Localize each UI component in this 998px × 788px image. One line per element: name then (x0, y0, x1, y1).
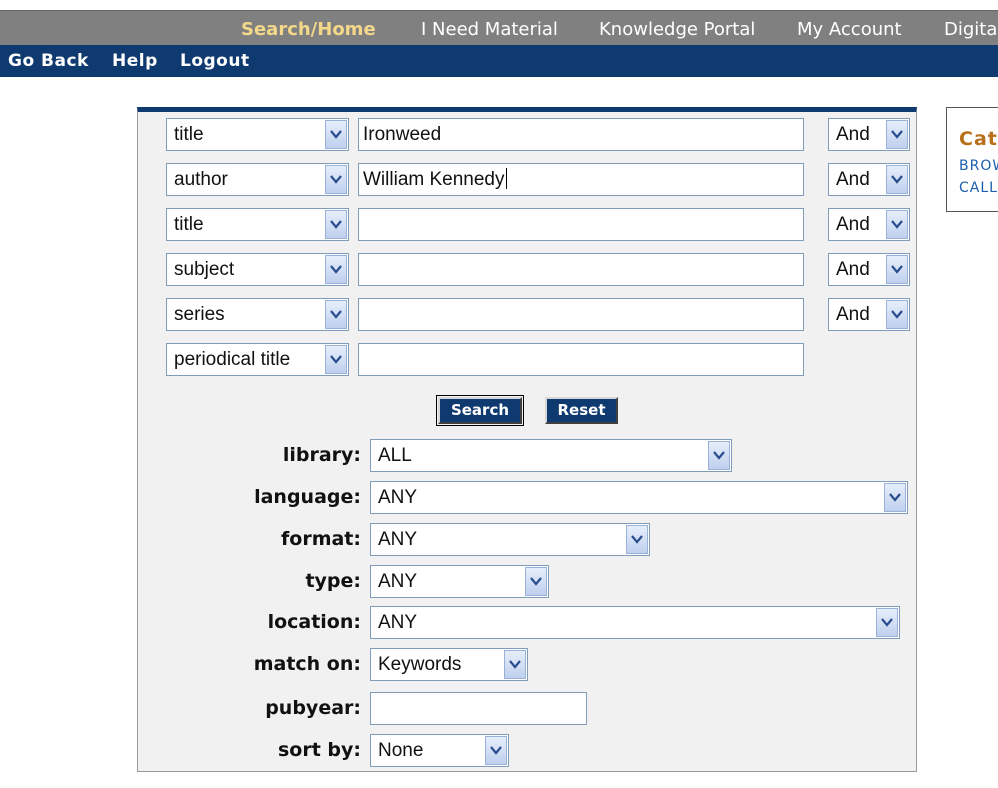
match-on-label: match on: (253, 653, 361, 675)
logout-link[interactable]: Logout (180, 45, 250, 77)
search-field-value: title (174, 124, 204, 145)
format-value: ANY (378, 529, 418, 550)
match-on-value: Keywords (378, 654, 462, 675)
nav-search-home[interactable]: Search/Home (241, 11, 376, 46)
location-value: ANY (378, 612, 418, 633)
search-field-select-2[interactable]: author (166, 163, 349, 196)
chevron-down-icon (886, 210, 908, 239)
text-cursor (505, 168, 507, 189)
chevron-down-icon (708, 441, 730, 470)
search-field-select-4[interactable]: subject (166, 253, 349, 286)
language-select[interactable]: ANY (370, 481, 908, 514)
bool-value: And (836, 304, 870, 325)
bool-select-1[interactable]: And (828, 118, 910, 151)
search-term-text: William Kennedy (363, 169, 505, 190)
library-select[interactable]: ALL (370, 439, 732, 472)
search-panel: title Ironweed And author William Kenned… (137, 107, 917, 772)
side-box-heading: Cat (959, 128, 998, 150)
language-value: ANY (378, 487, 418, 508)
type-label: type: (305, 570, 361, 592)
nav-my-account[interactable]: My Account (797, 11, 902, 46)
bool-value: And (836, 124, 870, 145)
sort-by-label: sort by: (277, 739, 361, 761)
browse-link[interactable]: BROW (959, 158, 998, 174)
format-label: format: (281, 528, 361, 550)
chevron-down-icon (325, 345, 347, 374)
search-field-select-6[interactable]: periodical title (166, 343, 349, 376)
chevron-down-icon (626, 525, 648, 554)
catalog-side-box: Cat BROW CALL (946, 107, 998, 212)
location-label: location: (267, 611, 361, 633)
pubyear-label: pubyear: (265, 697, 361, 719)
chevron-down-icon (325, 165, 347, 194)
nav-knowledge-portal[interactable]: Knowledge Portal (599, 11, 755, 46)
bool-select-4[interactable]: And (828, 253, 910, 286)
go-back-link[interactable]: Go Back (8, 45, 89, 77)
search-field-select-5[interactable]: series (166, 298, 349, 331)
search-term-input-4[interactable] (358, 253, 804, 286)
sort-by-value: None (378, 740, 424, 761)
chevron-down-icon (884, 483, 906, 512)
reset-button[interactable]: Reset (545, 397, 618, 424)
chevron-down-icon (886, 300, 908, 329)
chevron-down-icon (525, 567, 547, 596)
chevron-down-icon (886, 120, 908, 149)
search-field-value: periodical title (174, 349, 291, 370)
search-term-input-1[interactable]: Ironweed (358, 118, 804, 151)
help-link[interactable]: Help (112, 45, 158, 77)
search-field-select-1[interactable]: title (166, 118, 349, 151)
search-field-value: series (174, 304, 225, 325)
search-field-value: title (174, 214, 204, 235)
bool-value: And (836, 169, 870, 190)
language-label: language: (254, 486, 361, 508)
chevron-down-icon (325, 210, 347, 239)
search-field-value: subject (174, 259, 235, 280)
chevron-down-icon (504, 650, 526, 679)
type-value: ANY (378, 571, 418, 592)
sub-nav-bar: Go Back Help Logout (0, 45, 998, 77)
chevron-down-icon (886, 255, 908, 284)
match-on-select[interactable]: Keywords (370, 648, 528, 681)
call-number-link[interactable]: CALL (959, 180, 998, 196)
chevron-down-icon (325, 120, 347, 149)
bool-value: And (836, 214, 870, 235)
pubyear-input[interactable] (370, 692, 587, 725)
search-button[interactable]: Search (436, 395, 524, 426)
bool-select-5[interactable]: And (828, 298, 910, 331)
library-label: library: (282, 444, 361, 466)
bool-select-3[interactable]: And (828, 208, 910, 241)
nav-digital[interactable]: Digita (944, 11, 997, 46)
search-term-input-5[interactable] (358, 298, 804, 331)
format-select[interactable]: ANY (370, 523, 650, 556)
sort-by-select[interactable]: None (370, 734, 509, 767)
chevron-down-icon (876, 608, 898, 637)
bool-select-2[interactable]: And (828, 163, 910, 196)
bool-value: And (836, 259, 870, 280)
search-term-input-2[interactable]: William Kennedy (358, 163, 804, 196)
nav-i-need-material[interactable]: I Need Material (421, 11, 558, 46)
type-select[interactable]: ANY (370, 565, 549, 598)
library-value: ALL (378, 445, 412, 466)
search-term-input-3[interactable] (358, 208, 804, 241)
chevron-down-icon (485, 736, 507, 765)
chevron-down-icon (886, 165, 908, 194)
chevron-down-icon (325, 300, 347, 329)
search-term-input-6[interactable] (358, 343, 804, 376)
chevron-down-icon (325, 255, 347, 284)
search-field-value: author (174, 169, 228, 190)
top-nav-bar: Search/Home I Need Material Knowledge Po… (0, 10, 998, 45)
search-field-select-3[interactable]: title (166, 208, 349, 241)
location-select[interactable]: ANY (370, 606, 900, 639)
